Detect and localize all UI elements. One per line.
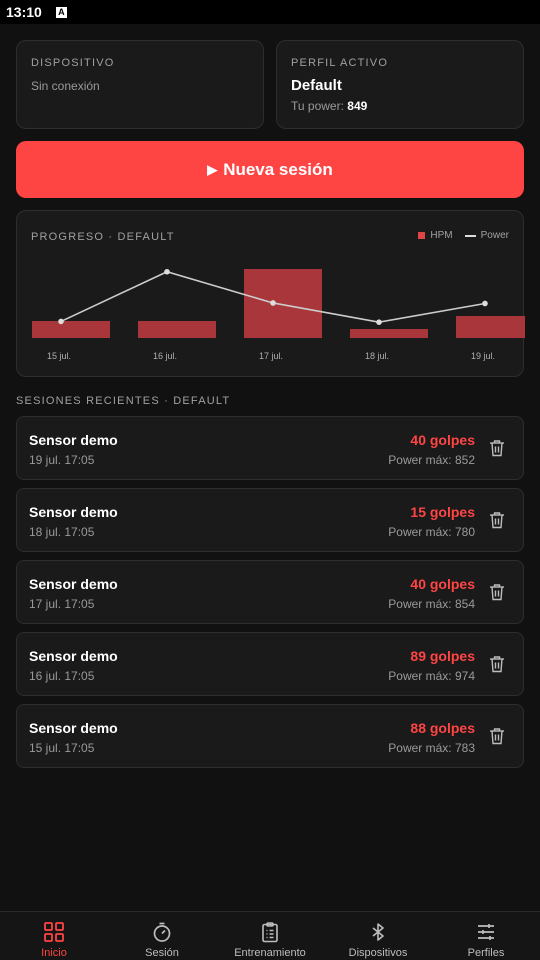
- profile-name: Default: [291, 77, 342, 94]
- session-date: 15 jul. 17:05: [29, 741, 95, 755]
- power-label: Tu power:: [291, 99, 344, 113]
- nav-label: Dispositivos: [348, 947, 408, 959]
- x-tick-label: 19 jul.: [471, 351, 495, 361]
- hpm-bar: [32, 321, 110, 338]
- new-session-label: Nueva sesión: [223, 159, 333, 179]
- trash-icon[interactable]: [489, 511, 505, 529]
- profile-card-label: PERFIL ACTIVO: [291, 57, 389, 69]
- grid-icon: [43, 921, 65, 943]
- device-status: Sin conexión: [31, 79, 100, 93]
- device-card[interactable]: DISPOSITIVO Sin conexión: [16, 40, 264, 129]
- session-name: Sensor demo: [29, 720, 118, 736]
- session-date: 17 jul. 17:05: [29, 597, 95, 611]
- notification-icon: A: [55, 6, 67, 18]
- nav-label: Sesión: [145, 947, 179, 959]
- session-name: Sensor demo: [29, 576, 118, 592]
- trash-icon[interactable]: [489, 727, 505, 745]
- nav-label: Perfiles: [467, 947, 505, 959]
- hpm-bar: [456, 316, 525, 338]
- progress-chart: 15 jul. 16 jul. 17 jul. 18 jul. 19 jul.: [32, 268, 525, 361]
- recent-sessions-title: SESIONES RECIENTES · DEFAULT: [16, 395, 231, 407]
- session-hits: 88 golpes: [410, 720, 475, 736]
- list-item[interactable]: Sensor demo 17 jul. 17:05 40 golpes Power m…: [16, 560, 524, 624]
- sliders-icon: [475, 921, 497, 943]
- nav-label: Entrenamiento: [234, 947, 306, 959]
- list-item[interactable]: Sensor demo 19 jul. 17:05 40 golpes Power m…: [16, 416, 524, 480]
- trash-icon[interactable]: [489, 583, 505, 601]
- hpm-bar: [244, 269, 322, 338]
- session-power: Power máx: 974: [388, 669, 475, 683]
- device-card-label: DISPOSITIVO: [31, 57, 115, 69]
- x-tick-label: 17 jul.: [259, 351, 283, 361]
- session-power: Power máx: 780: [388, 525, 475, 539]
- x-tick-label: 18 jul.: [365, 351, 389, 361]
- clipboard-icon: [259, 921, 281, 943]
- nav-item-entrenamiento[interactable]: Entrenamiento: [216, 912, 324, 960]
- session-power: Power máx: 854: [388, 597, 475, 611]
- session-power: Power máx: 783: [388, 741, 475, 755]
- session-hits: 40 golpes: [410, 576, 475, 592]
- status-bar: 13:10 A: [0, 0, 540, 24]
- trash-icon[interactable]: [489, 655, 505, 673]
- power-point: [58, 318, 64, 325]
- nav-item-sesin[interactable]: Sesión: [108, 912, 216, 960]
- stopwatch-icon: [151, 921, 173, 943]
- x-tick-label: 15 jul.: [47, 351, 71, 361]
- session-list: Sensor demo 19 jul. 17:05 40 golpes Power m…: [16, 416, 524, 776]
- progress-chart-card: PROGRESO · DEFAULT HPM Power 15 jul. 16 j…: [16, 210, 525, 377]
- profile-card[interactable]: PERFIL ACTIVO Default Tu power: 849: [276, 40, 524, 129]
- hpm-bar: [350, 329, 428, 338]
- nav-item-perfiles[interactable]: Perfiles: [432, 912, 540, 960]
- session-hits: 15 golpes: [410, 504, 475, 520]
- session-hits: 89 golpes: [410, 648, 475, 664]
- new-session-button[interactable]: ▶ Nueva sesión: [16, 141, 524, 198]
- list-item[interactable]: Sensor demo 16 jul. 17:05 89 golpes Power m…: [16, 632, 524, 696]
- session-name: Sensor demo: [29, 648, 118, 664]
- nav-label: Inicio: [41, 947, 67, 959]
- bluetooth-icon: [367, 921, 389, 943]
- session-name: Sensor demo: [29, 504, 118, 520]
- session-date: 18 jul. 17:05: [29, 525, 95, 539]
- hpm-bar: [138, 321, 216, 338]
- status-time: 13:10: [6, 4, 42, 20]
- nav-item-dispositivos[interactable]: Dispositivos: [324, 912, 432, 960]
- power-point: [270, 300, 276, 306]
- power-point: [482, 300, 488, 307]
- session-name: Sensor demo: [29, 432, 118, 448]
- session-hits: 40 golpes: [410, 432, 475, 448]
- bottom-nav: Inicio Sesión Entrenamiento Dispositivos Per…: [0, 911, 540, 960]
- session-date: 19 jul. 17:05: [29, 453, 95, 467]
- power-value: 849: [347, 99, 368, 113]
- power-point: [376, 319, 382, 325]
- nav-item-inicio[interactable]: Inicio: [0, 912, 108, 960]
- list-item[interactable]: Sensor demo 15 jul. 17:05 88 golpes Power m…: [16, 704, 524, 768]
- play-icon: ▶: [207, 161, 218, 177]
- profile-power: Tu power: 849: [291, 99, 367, 113]
- list-item[interactable]: Sensor demo 18 jul. 17:05 15 golpes Power m…: [16, 488, 524, 552]
- trash-icon[interactable]: [489, 439, 505, 457]
- session-power: Power máx: 852: [388, 453, 475, 467]
- session-date: 16 jul. 17:05: [29, 669, 95, 683]
- x-tick-label: 16 jul.: [153, 351, 177, 361]
- power-point: [164, 268, 170, 275]
